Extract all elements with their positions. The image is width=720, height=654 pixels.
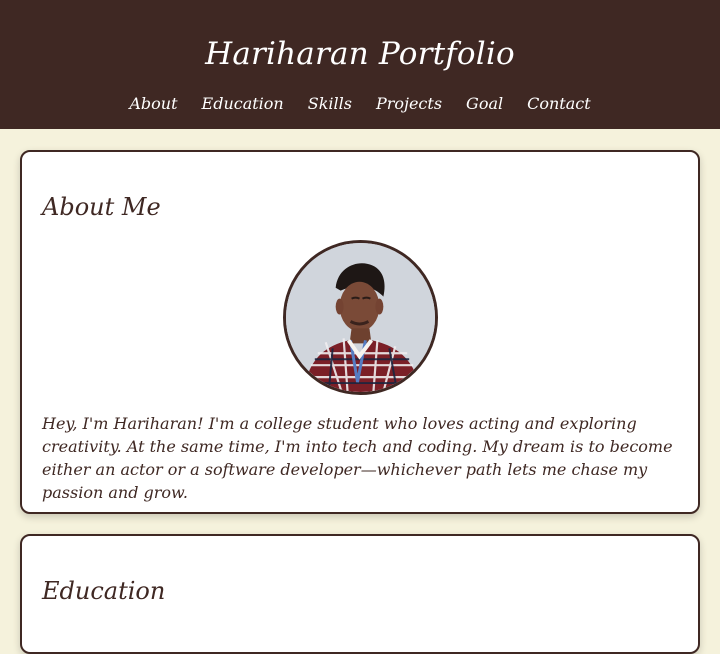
nav-goal[interactable]: Goal: [466, 93, 503, 115]
site-title: Hariharan Portfolio: [205, 36, 515, 72]
about-card: About Me Hey, I'm Hariharan! I'm a colle: [20, 150, 700, 514]
nav-projects[interactable]: Projects: [376, 93, 442, 115]
nav-skills[interactable]: Skills: [308, 93, 352, 115]
about-title: About Me: [42, 193, 161, 221]
nav-education[interactable]: Education: [202, 93, 284, 115]
about-text: Hey, I'm Hariharan! I'm a college studen…: [42, 414, 673, 502]
education-title: Education: [42, 577, 166, 605]
education-card: Education: [20, 534, 700, 654]
profile-photo: [283, 240, 438, 395]
nav-contact[interactable]: Contact: [527, 93, 591, 115]
main-nav: About Education Skills Projects Goal Con…: [0, 93, 720, 115]
site-header: Hariharan Portfolio About Education Skil…: [0, 0, 720, 129]
nav-about[interactable]: About: [129, 93, 177, 115]
